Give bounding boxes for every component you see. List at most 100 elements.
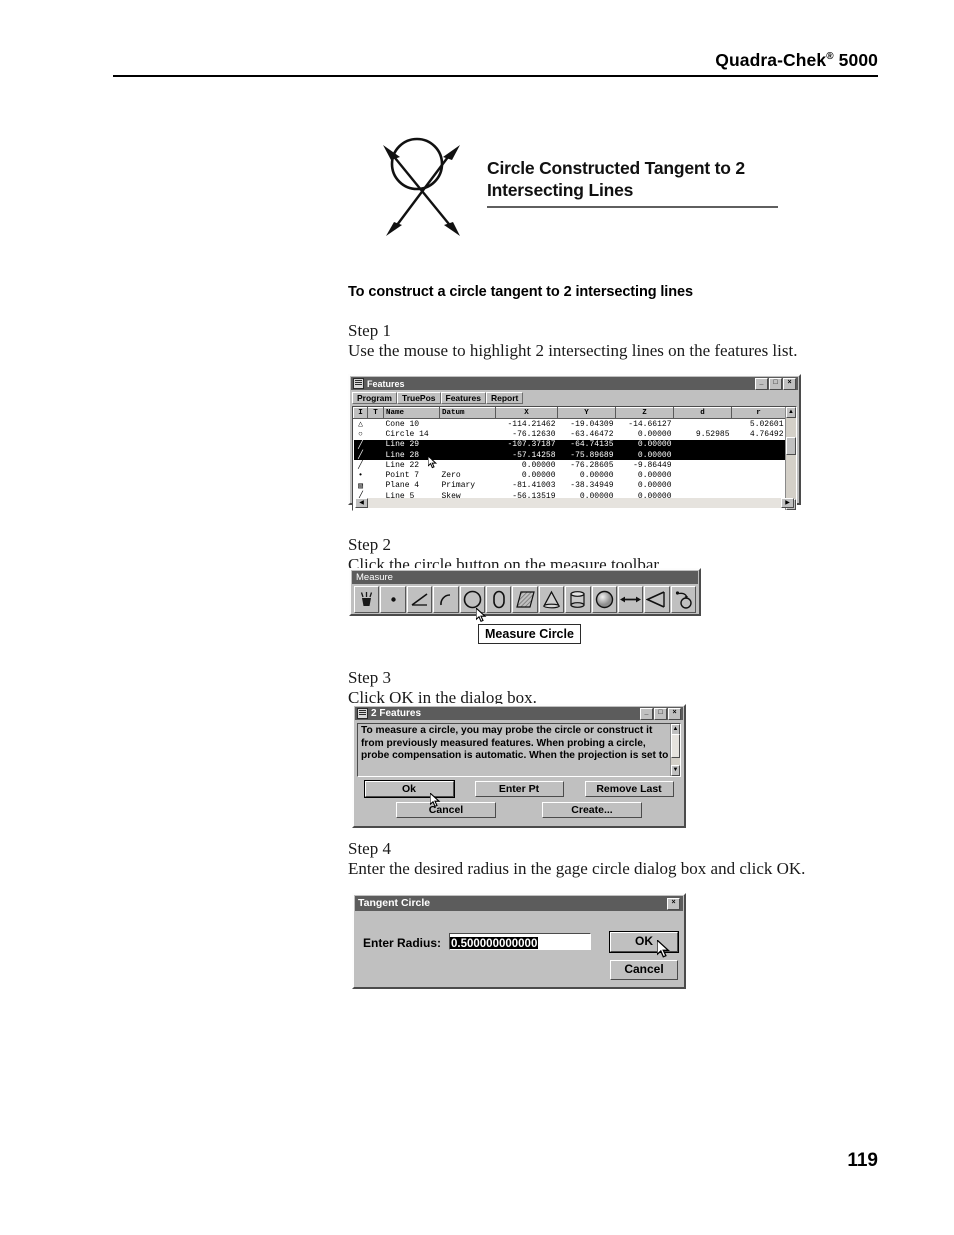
tangent-circle-body: Enter Radius: 0.500000000000 OK Cancel [354,912,684,984]
step-3-label: Step 3 [348,668,391,687]
table-row[interactable]: △ Cone 10 -114.21462 -19.04309 -14.66127… [354,419,786,430]
enter-pt-button[interactable]: Enter Pt [474,781,564,797]
ok-button[interactable]: OK [609,931,679,953]
tangent-circle-dialog[interactable]: Tangent Circle × Enter Radius: 0.5000000… [352,893,686,989]
radius-input[interactable]: 0.500000000000 [449,933,591,950]
minimize-button[interactable]: _ [640,707,653,720]
magic-wand-icon[interactable] [354,586,380,613]
dialog-buttons-row-2[interactable]: Cancel Create... [354,802,684,818]
message-scrollbar[interactable]: ▲ ▼ [670,724,680,776]
vertical-scrollbar[interactable]: ▲ ▼ [785,407,796,510]
cancel-button[interactable]: Cancel [396,802,496,818]
row-z: -9.86449 [633,460,672,470]
table-row[interactable]: ╱ Line 28 -57.14258 -75.89689 0.00000 [353,449,786,461]
row-y: -19.04309 [570,419,614,429]
row-t [368,481,384,491]
maximize-button[interactable]: □ [769,377,782,390]
minimize-button[interactable]: _ [755,377,768,390]
plane-icon[interactable] [512,586,538,613]
cancel-button[interactable]: Cancel [610,960,678,980]
menu-item-features[interactable]: Features [440,392,486,404]
scroll-up-icon[interactable]: ▲ [786,407,796,418]
row-y: -64.74135 [557,439,616,450]
measure-toolbar[interactable]: Measure [349,568,701,623]
row-name: Plane 4 [385,481,420,491]
features-window-icon [353,378,364,389]
point-icon[interactable] [380,586,406,613]
step-4-label: Step 4 [348,839,391,858]
row-r [732,460,786,470]
scrollbar-thumb[interactable] [671,734,680,758]
slot-icon[interactable] [485,586,512,613]
step-2-label: Step 2 [348,535,391,554]
menu-item-truepos[interactable]: TruePos [396,392,441,404]
cylinder-icon[interactable] [565,586,591,613]
line-icon[interactable] [406,586,433,613]
menu-item-program[interactable]: Program [352,392,397,404]
remove-last-button[interactable]: Remove Last [584,781,674,797]
header-rule [113,75,878,77]
features-window[interactable]: Features _ □ × Program TruePos Features … [348,374,801,511]
line-icon: ╱ [353,439,368,450]
measure-toolbar-buttons[interactable] [354,586,697,613]
registered-mark-icon: ® [826,51,834,63]
close-button[interactable]: × [668,707,681,720]
row-name: Circle 14 [385,429,429,439]
table-row[interactable]: • Point 7 Zero 0.00000 0.00000 0.00000 [354,470,786,480]
create-button[interactable]: Create... [542,802,642,818]
row-r [732,470,786,480]
col-header-i[interactable]: I [353,407,368,419]
features-dialog[interactable]: 2 Features _ □ × To measure a circle, yo… [352,704,686,828]
row-t [368,429,384,439]
row-y: 0.00000 [579,471,614,481]
horizontal-scrollbar[interactable]: ◀ ▶ [355,498,794,508]
menu-item-report[interactable]: Report [485,392,524,404]
col-header-r[interactable]: r [731,407,786,419]
distance-icon[interactable] [617,586,644,613]
col-header-d[interactable]: d [673,407,732,419]
col-header-name[interactable]: Name [383,407,440,419]
scroll-left-icon[interactable]: ◀ [355,498,368,508]
arc-icon[interactable] [433,586,459,613]
dialog-buttons-row-1[interactable]: Ok Enter Pt Remove Last [354,780,684,798]
row-y: -76.28605 [570,460,614,470]
row-d [674,460,732,470]
step-1-label: Step 1 [348,321,391,340]
dialog-message-line1: To measure a circle, you may probe the c… [361,725,653,736]
hscroll-track[interactable] [368,498,781,508]
col-header-t[interactable]: T [367,407,384,419]
skew-icon[interactable] [670,586,697,613]
circle-icon[interactable] [459,586,485,613]
table-row[interactable]: ╱ Line 29 -107.37187 -64.74135 0.00000 [353,439,786,450]
row-d [673,449,732,461]
features-menubar[interactable]: Program TruePos Features Report [352,392,797,404]
cone-icon[interactable] [538,586,565,613]
col-header-x[interactable]: X [495,407,558,419]
close-button[interactable]: × [783,377,796,390]
table-row[interactable]: ○ Circle 14 -76.12630 -63.46472 0.00000 … [354,429,786,439]
row-x: 0.00000 [521,471,556,481]
row-x: -114.21462 [507,419,556,429]
scroll-right-icon[interactable]: ▶ [781,498,794,508]
scrollbar-thumb[interactable] [786,437,796,455]
maximize-button[interactable]: □ [654,707,667,720]
close-button[interactable]: × [667,897,680,910]
angle-icon[interactable] [644,586,670,613]
col-header-z[interactable]: Z [615,407,674,419]
features-table: I T Name Datum X Y Z d r △ Cone 10 -114.… [353,407,786,501]
row-z: 0.00000 [615,439,674,450]
features-dialog-controls[interactable]: _ □ × [640,707,681,720]
features-window-controls[interactable]: _ □ × [755,377,796,390]
figure-heading-line1: Circle Constructed Tangent to 2 [487,158,745,178]
ok-button[interactable]: Ok [363,780,455,798]
features-grid[interactable]: I T Name Datum X Y Z d r △ Cone 10 -114.… [352,406,797,511]
col-header-datum[interactable]: Datum [439,407,496,419]
row-z: 0.00000 [637,471,672,481]
sphere-icon[interactable] [591,586,617,613]
table-row[interactable]: ╱ Line 22 0.00000 -76.28605 -9.86449 [354,460,786,471]
scroll-down-icon[interactable]: ▼ [671,765,680,776]
row-datum [440,429,496,439]
table-row[interactable]: ▧ Plane 4 Primary -81.41003 -38.34949 0.… [354,481,786,491]
row-datum: Primary [441,481,476,491]
col-header-y[interactable]: Y [557,407,616,419]
